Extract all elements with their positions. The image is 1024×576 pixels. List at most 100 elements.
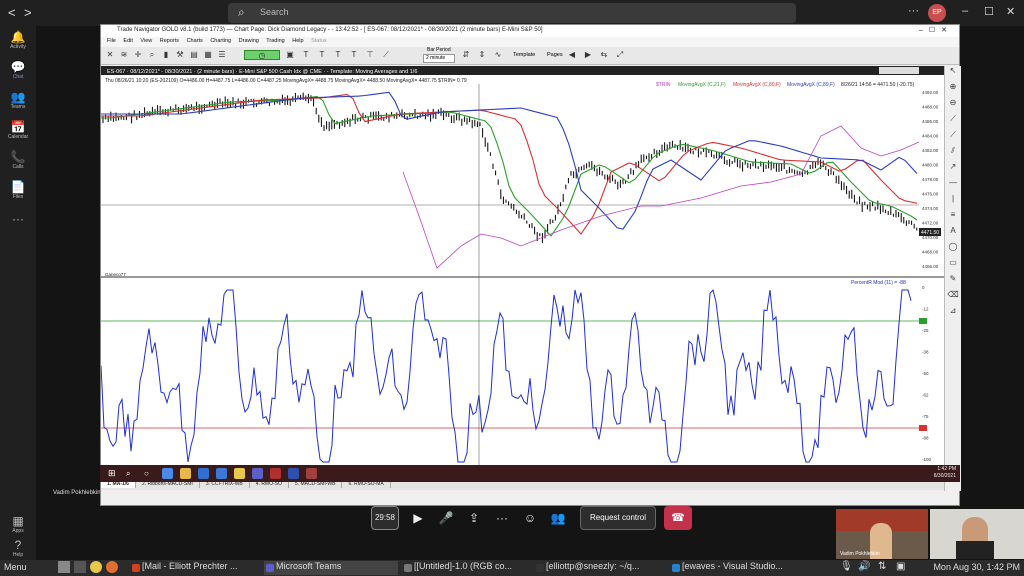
window-controls[interactable]: –☐✕: [919, 26, 953, 34]
wifi-icon[interactable]: ≋: [119, 50, 129, 60]
clock-button[interactable]: ◷: [244, 50, 280, 60]
minimize-button[interactable]: –: [962, 5, 968, 17]
avatar[interactable]: EP: [928, 4, 946, 22]
outlook-icon[interactable]: [216, 468, 227, 479]
menu-charting[interactable]: Charting: [210, 38, 231, 44]
app-icon[interactable]: [288, 468, 299, 479]
save-icon[interactable]: ▣: [285, 50, 295, 60]
arrow-tool-icon[interactable]: ↗: [945, 162, 961, 178]
tradenav-icon[interactable]: [270, 468, 281, 479]
scale-icon[interactable]: ⇕: [477, 50, 487, 60]
firefox-icon[interactable]: [106, 561, 118, 573]
rail-item-calendar[interactable]: 📅 Calendar: [0, 120, 36, 140]
app-icon-2[interactable]: [306, 468, 317, 479]
cross-icon[interactable]: ✕: [105, 50, 115, 60]
notification-icon[interactable]: ▣: [896, 561, 905, 572]
expand-icon[interactable]: ⤢: [615, 50, 625, 60]
eraser-icon[interactable]: ⌫: [945, 290, 961, 306]
next-icon[interactable]: ▶: [583, 50, 593, 60]
adjust-icon[interactable]: ⇵: [461, 50, 471, 60]
task-vscode[interactable]: [ewaves - Visual Studio...: [670, 561, 808, 575]
grid-icon[interactable]: ▦: [203, 50, 213, 60]
zoom-out-icon[interactable]: ⊖: [945, 98, 961, 114]
menu-trading[interactable]: Trading: [266, 38, 284, 44]
taskbar-app-icon[interactable]: [162, 468, 173, 479]
maximize-button[interactable]: ☐: [984, 5, 994, 18]
menu-view[interactable]: View: [140, 38, 152, 44]
channel-icon[interactable]: ⫽: [945, 146, 961, 162]
wave-icon[interactable]: ∿: [493, 50, 503, 60]
text-icon[interactable]: T: [301, 50, 311, 60]
hammer-icon[interactable]: ⚒: [175, 50, 185, 60]
text-small-icon[interactable]: T: [349, 50, 359, 60]
line-icon[interactable]: ⟋: [381, 50, 391, 60]
edge-icon[interactable]: [198, 468, 209, 479]
fib-icon[interactable]: ≡: [945, 210, 961, 226]
task-teams[interactable]: Microsoft Teams: [264, 561, 398, 575]
chrome-icon[interactable]: [90, 561, 102, 573]
task-terminal[interactable]: [elliottp@sneezly: ~/q...: [534, 561, 666, 575]
circle-tool-icon[interactable]: ◯: [945, 242, 961, 258]
horizontal-line-icon[interactable]: —: [945, 178, 961, 194]
template-button[interactable]: Template: [513, 52, 535, 58]
rail-item-help[interactable]: ? Help: [0, 538, 36, 558]
menu-help[interactable]: Help: [292, 38, 303, 44]
zoom-icon[interactable]: ⌕: [147, 50, 157, 60]
hang-up-button[interactable]: ☎: [664, 506, 692, 530]
volume-icon[interactable]: 🔊: [858, 561, 870, 572]
font-icon[interactable]: ⊤: [365, 50, 375, 60]
chat-icon[interactable]: ☺: [518, 506, 542, 530]
windows-start-icon[interactable]: ⊞: [108, 468, 119, 479]
text-minus-icon[interactable]: T: [333, 50, 343, 60]
back-button[interactable]: <: [8, 5, 16, 20]
menu-edit[interactable]: Edit: [123, 38, 132, 44]
close-button[interactable]: ✕: [1006, 5, 1015, 18]
menu-reports[interactable]: Reports: [160, 38, 179, 44]
chart-icon[interactable]: ▤: [189, 50, 199, 60]
bar-period-select[interactable]: 2 minute: [423, 54, 455, 63]
task-mail[interactable]: [Mail - Elliott Prechter ...: [130, 561, 258, 575]
measure-icon[interactable]: ⊿: [945, 306, 961, 322]
more-button[interactable]: ···: [490, 506, 514, 530]
folder-icon[interactable]: [180, 468, 191, 479]
camera-icon[interactable]: ▶︎: [406, 506, 430, 530]
pages-button[interactable]: Pages: [547, 52, 563, 58]
files-icon[interactable]: [58, 561, 70, 573]
menu-button[interactable]: Menu: [4, 562, 27, 572]
teams-icon[interactable]: [252, 468, 263, 479]
task-gimp[interactable]: [[Untitled]-1.0 (RGB co...: [402, 561, 530, 575]
participants-icon[interactable]: 👥: [546, 506, 570, 530]
vertical-line-icon[interactable]: |: [945, 194, 961, 210]
rail-item-more[interactable]: ···: [0, 212, 36, 226]
text-plus-icon[interactable]: T: [317, 50, 327, 60]
chart-header-buttons[interactable]: [879, 67, 919, 74]
rail-item-chat[interactable]: 💬 Chat: [0, 60, 36, 80]
pencil-icon[interactable]: ✎: [945, 274, 961, 290]
rectangle-tool-icon[interactable]: ▭: [945, 258, 961, 274]
rail-item-teams[interactable]: 👥 Teams: [0, 90, 36, 110]
crosshair-icon[interactable]: ✛: [133, 50, 143, 60]
text-tool-icon[interactable]: A: [945, 226, 961, 242]
chart-area[interactable]: ES-067 · 08/12/2021* - 08/30/2021 · (2 m…: [101, 66, 961, 480]
request-control-button[interactable]: Request control: [580, 506, 656, 530]
terminal-icon[interactable]: [74, 561, 86, 573]
pointer-icon[interactable]: ↖: [945, 66, 961, 82]
rail-item-calls[interactable]: 📞 Calls: [0, 150, 36, 170]
network-icon[interactable]: ⇅: [878, 561, 886, 572]
search-icon[interactable]: ⌕: [126, 468, 137, 479]
rail-item-apps[interactable]: ▦ Apps: [0, 514, 36, 534]
menu-drawing[interactable]: Drawing: [239, 38, 259, 44]
rail-item-files[interactable]: 📄 Files: [0, 180, 36, 200]
search-input[interactable]: ⌕ Search: [228, 3, 796, 23]
sync-icon[interactable]: ⇆: [599, 50, 609, 60]
video-tile-presenter[interactable]: Vadim Pokhlebkin: [836, 509, 928, 559]
bar-icon[interactable]: ▮: [161, 50, 171, 60]
mic-icon[interactable]: 🎙: [840, 561, 853, 572]
forward-button[interactable]: >: [24, 5, 32, 20]
prev-icon[interactable]: ◀: [567, 50, 577, 60]
ray-icon[interactable]: ⟋: [945, 130, 961, 146]
task-view-icon[interactable]: ○: [144, 468, 155, 479]
video-tile-self[interactable]: [930, 509, 1024, 559]
price-chart[interactable]: ES-067 · 08/12/2021* - 08/30/2021 · (2 m…: [101, 66, 944, 480]
more-options-button[interactable]: ···: [908, 5, 919, 17]
